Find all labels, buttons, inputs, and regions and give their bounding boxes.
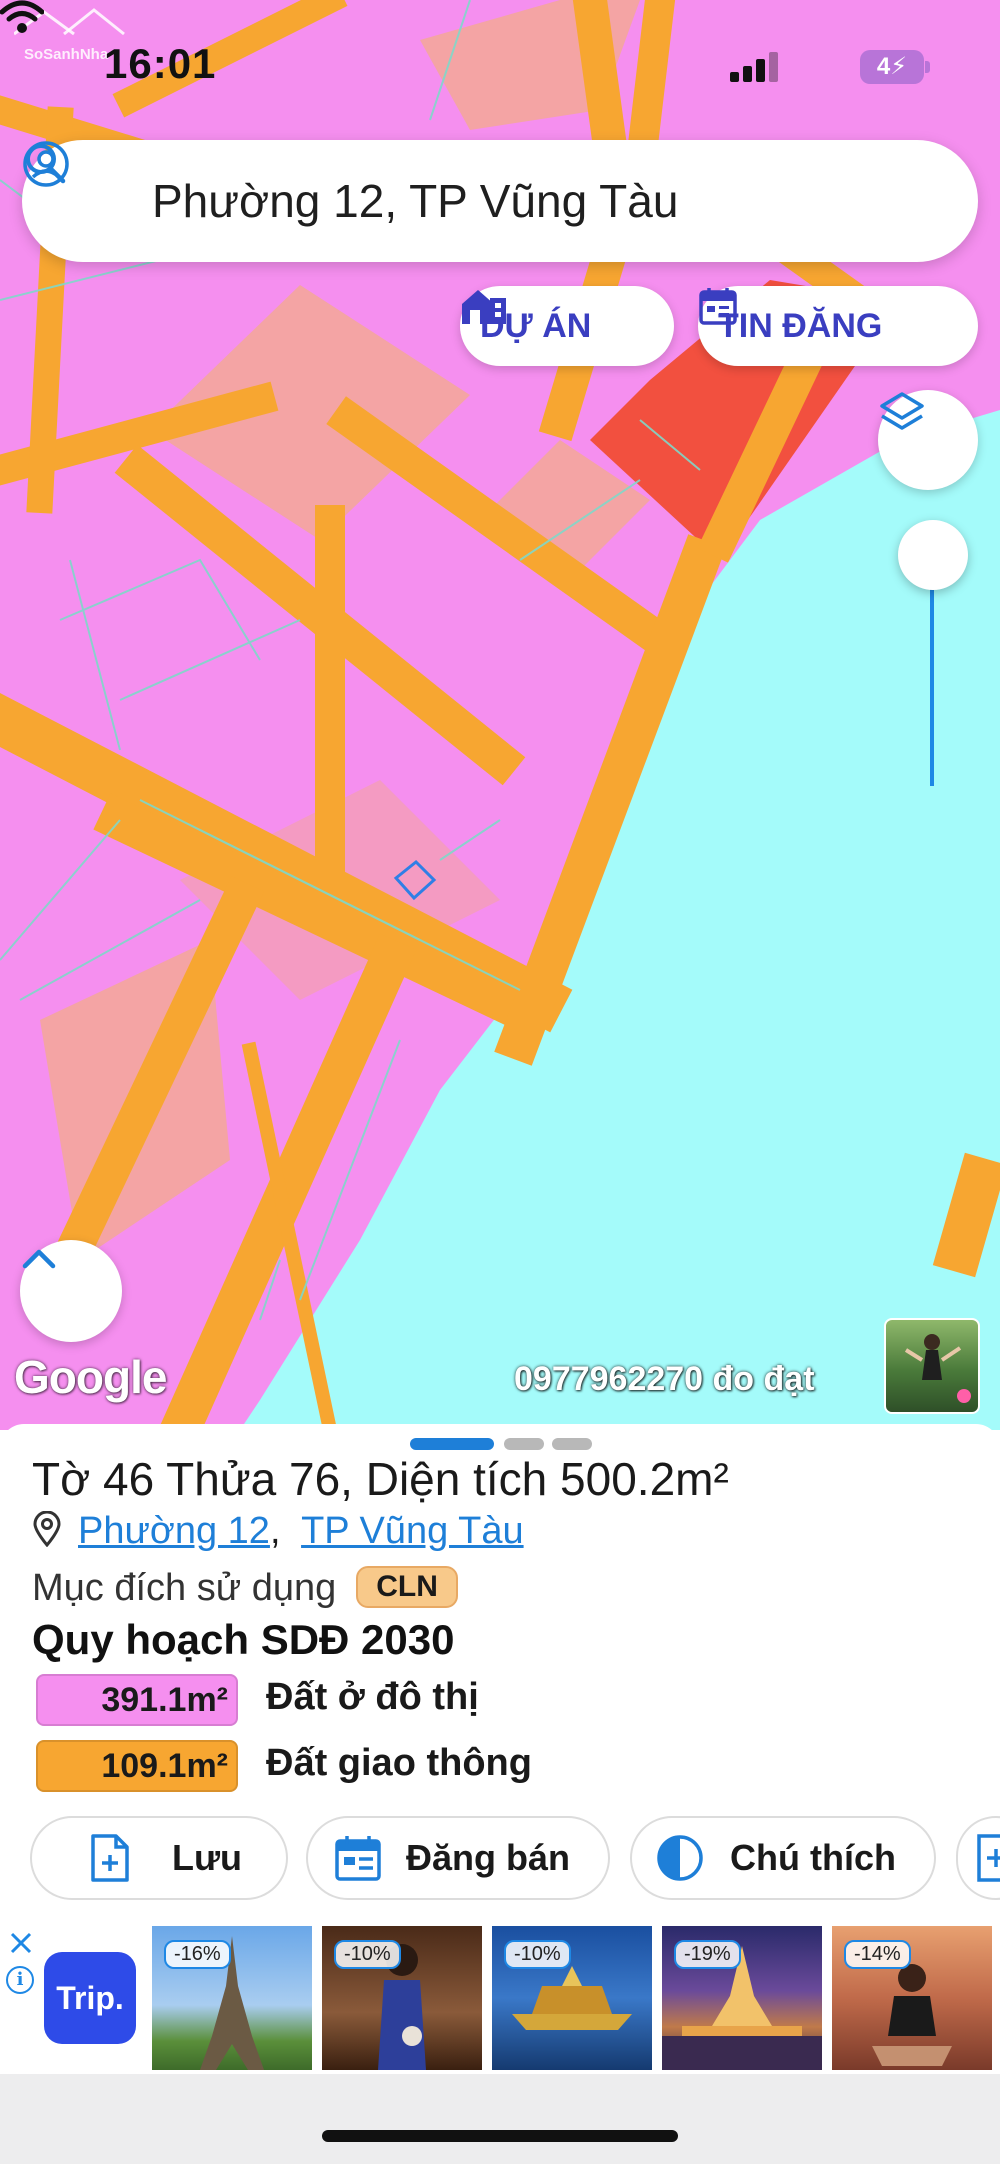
zoning-plan-title: Quy hoạch SDĐ 2030 bbox=[32, 1616, 455, 1663]
land-use-code-badge: CLN bbox=[356, 1566, 458, 1608]
legend-button-label: Chú thích bbox=[730, 1837, 896, 1878]
file-plus-icon bbox=[91, 1834, 129, 1882]
calendar-icon bbox=[699, 288, 737, 325]
ad-tile-temple[interactable]: -19% bbox=[662, 1926, 822, 2070]
surveyor-credit-text: 0977962270 đo đạt bbox=[514, 1360, 815, 1398]
discount-badge: -10% bbox=[504, 1940, 571, 1969]
ad-tile-boat[interactable]: -10% bbox=[492, 1926, 652, 2070]
listings-button-label: TIN ĐĂNG bbox=[718, 306, 883, 345]
location-separator: , bbox=[269, 1510, 281, 1552]
surveyor-avatar[interactable] bbox=[884, 1318, 980, 1414]
expand-sheet-button[interactable] bbox=[20, 1240, 122, 1342]
save-button[interactable]: Lưu bbox=[30, 1816, 288, 1900]
google-logo: Google bbox=[14, 1351, 167, 1403]
half-circle-icon bbox=[657, 1835, 703, 1881]
location-search-bar[interactable]: Phường 12, TP Vũng Tàu bbox=[22, 140, 978, 262]
land-use-purpose-label: Mục đích sử dụng bbox=[32, 1567, 337, 1609]
ward-link[interactable]: Phường 12 bbox=[78, 1510, 270, 1552]
zoning-type-label: Đất ở đô thị bbox=[266, 1676, 479, 1718]
discount-badge: -14% bbox=[844, 1940, 911, 1969]
map-pin-icon bbox=[33, 1511, 61, 1547]
zoning-area-value: 109.1m² bbox=[36, 1740, 238, 1792]
watermark-text: SoSanhNha bbox=[24, 46, 109, 63]
zoning-type-label: Đất giao thông bbox=[266, 1742, 532, 1784]
city-link[interactable]: TP Vũng Tàu bbox=[301, 1510, 524, 1552]
discount-badge: -10% bbox=[334, 1940, 401, 1969]
search-location-text[interactable]: Phường 12, TP Vũng Tàu bbox=[152, 174, 678, 228]
calendar-post-icon bbox=[335, 1836, 381, 1881]
layers-button[interactable] bbox=[878, 390, 978, 490]
layers-icon bbox=[880, 392, 924, 430]
opacity-slider-thumb[interactable] bbox=[898, 520, 968, 590]
map-view[interactable]: SoSanhNha 16:01 4⚡ Phường 12, TP Vũng Tà… bbox=[0, 0, 1000, 1430]
discount-badge: -19% bbox=[674, 1940, 741, 1969]
land-use-purpose: Mục đích sử dụng CLN bbox=[32, 1566, 458, 1610]
post-for-sale-label: Đăng bán bbox=[406, 1837, 571, 1878]
home-indicator-area bbox=[0, 2074, 1000, 2164]
ad-tile-dress[interactable]: -10% bbox=[322, 1926, 482, 2070]
parcel-location: Phường 12, TP Vũng Tàu bbox=[32, 1510, 524, 1553]
trip-logo[interactable]: Trip. bbox=[44, 1952, 136, 2044]
person-photo-icon bbox=[904, 1334, 971, 1403]
chevron-up-icon bbox=[22, 1249, 56, 1269]
discount-badge: -16% bbox=[164, 1940, 231, 1969]
status-time: 16:01 bbox=[104, 40, 217, 87]
home-indicator[interactable] bbox=[322, 2130, 678, 2142]
building-icon bbox=[462, 290, 506, 324]
ad-tile-paris[interactable]: -16% bbox=[152, 1926, 312, 2070]
battery-indicator: 4⚡ bbox=[860, 50, 930, 84]
page-indicator bbox=[410, 1438, 592, 1450]
more-actions-button[interactable] bbox=[956, 1816, 1000, 1900]
add-icon bbox=[977, 1834, 1000, 1882]
cellular-signal-icon bbox=[730, 50, 778, 82]
listings-button[interactable]: TIN ĐĂNG bbox=[698, 286, 978, 366]
close-icon[interactable] bbox=[8, 1930, 34, 1956]
legend-button[interactable]: Chú thích bbox=[630, 1816, 936, 1900]
wifi-icon bbox=[0, 0, 44, 33]
ad-tile-yoga[interactable]: -14% bbox=[832, 1926, 992, 2070]
info-icon[interactable]: i bbox=[6, 1966, 34, 1994]
parcel-info-sheet: Tờ 46 Thửa 76, Diện tích 500.2m² Phường … bbox=[0, 1424, 1000, 1924]
zoning-area-value: 391.1m² bbox=[36, 1674, 238, 1726]
post-for-sale-button[interactable]: Đăng bán bbox=[306, 1816, 610, 1900]
parcel-title: Tờ 46 Thửa 76, Diện tích 500.2m² bbox=[32, 1453, 729, 1505]
ad-banner[interactable]: i Trip. -16% -10% -10% -19% -14% bbox=[0, 1922, 1000, 2074]
action-buttons-row: Lưu Đăng bán Chú thích bbox=[0, 1816, 1000, 1900]
opacity-slider-track[interactable] bbox=[930, 560, 934, 786]
battery-level: 4⚡ bbox=[860, 50, 924, 84]
projects-button[interactable]: DỰ ÁN bbox=[460, 286, 674, 366]
save-button-label: Lưu bbox=[172, 1837, 243, 1878]
search-icon[interactable] bbox=[22, 140, 68, 186]
